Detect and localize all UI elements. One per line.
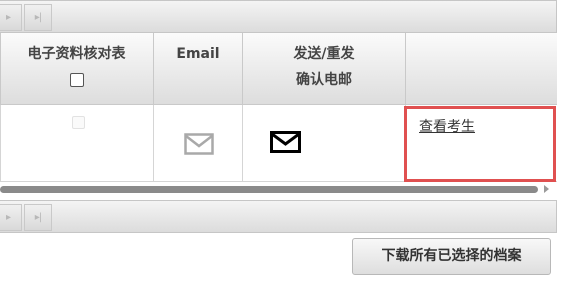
next-page-button[interactable]: ▸ [0, 4, 22, 31]
top-pager: ▸ ▸| [0, 0, 557, 33]
table-header: 电子资料核对表 Email 发送/重发 确认电邮 [0, 33, 557, 105]
bottom-pager: ▸ ▸| [0, 200, 557, 233]
column-divider [405, 33, 406, 104]
email-icon[interactable] [184, 133, 214, 155]
view-candidate-link[interactable]: 查看考生 [419, 116, 475, 136]
table-row: 查看考生 [0, 105, 557, 182]
header-checklist-label: 电子资料核对表 [27, 46, 126, 62]
select-all-checkbox[interactable] [69, 73, 84, 87]
scrollbar-thumb[interactable] [0, 186, 538, 193]
header-checklist: 电子资料核对表 [0, 41, 153, 93]
last-page-button[interactable]: ▸| [24, 4, 52, 31]
column-divider [153, 105, 154, 181]
download-selected-button[interactable]: 下载所有已选择的档案 [352, 238, 551, 275]
header-send-line2: 确认电邮 [296, 72, 352, 88]
header-email: Email [154, 41, 242, 67]
header-send-confirm: 发送/重发 确认电邮 [243, 41, 405, 93]
send-email-icon[interactable] [270, 131, 301, 153]
row-checklist-checkbox[interactable] [72, 116, 85, 129]
column-divider [0, 105, 1, 181]
next-page-button[interactable]: ▸ [0, 204, 22, 231]
column-divider [405, 105, 406, 181]
scroll-right-icon[interactable] [544, 185, 549, 193]
header-send-line1: 发送/重发 [293, 46, 355, 62]
last-page-button[interactable]: ▸| [24, 204, 52, 231]
horizontal-scrollbar[interactable] [0, 183, 557, 195]
header-email-label: Email [176, 46, 220, 62]
column-divider [242, 105, 243, 181]
